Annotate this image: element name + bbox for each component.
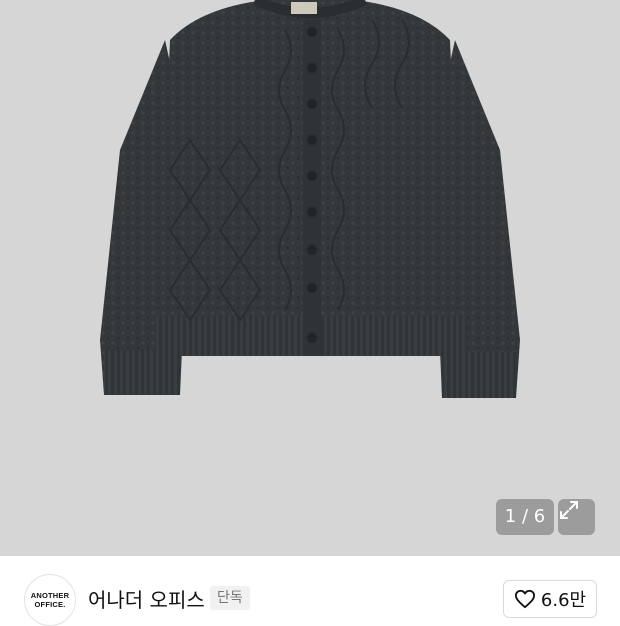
- cardigan-illustration: [100, 0, 520, 398]
- brand-name[interactable]: 어나더 오피스: [88, 584, 205, 613]
- brand-logo[interactable]: ANOTHER OFFICE.: [24, 574, 76, 626]
- brand-logo-line2: OFFICE.: [34, 600, 66, 609]
- expand-icon: [560, 501, 578, 519]
- brand-logo-line1: ANOTHER: [30, 591, 70, 600]
- product-image[interactable]: 1 / 6: [0, 0, 620, 556]
- like-count: 6.6만: [540, 590, 587, 611]
- gallery-counter: 1 / 6: [496, 499, 554, 535]
- exclusive-tag: 단독: [210, 586, 250, 610]
- like-button[interactable]: 6.6만: [503, 580, 597, 618]
- heart-icon: [514, 589, 535, 609]
- expand-button[interactable]: [558, 499, 595, 535]
